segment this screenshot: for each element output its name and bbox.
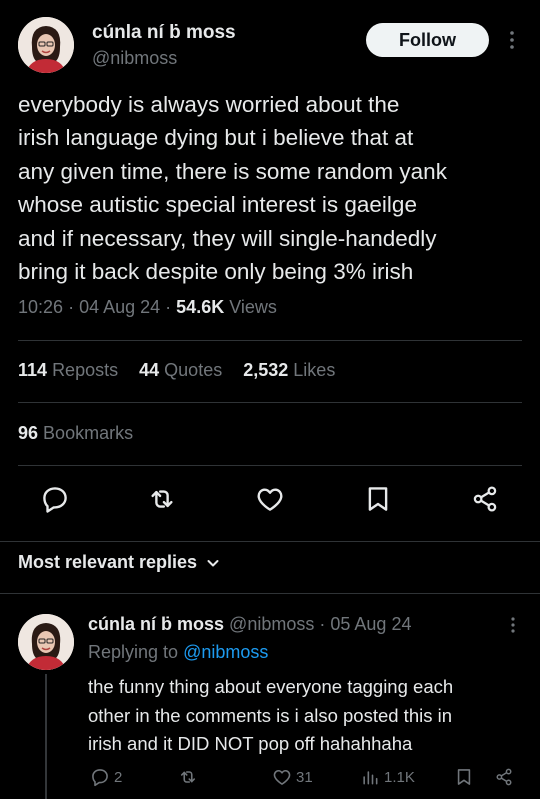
views-count: 54.6K	[176, 297, 225, 317]
views-label: Views	[229, 297, 277, 317]
reply-like-button[interactable]: 31	[272, 767, 313, 787]
tweet-meta: 10:26 · 04 Aug 24 · 54.6K Views	[18, 297, 277, 318]
tweet-action-bar	[0, 478, 540, 522]
reply-author-name[interactable]: cúnla ní ḃ moss	[88, 614, 224, 634]
chevron-down-icon	[207, 559, 219, 566]
bookmarks-stat[interactable]: 96 Bookmarks	[18, 423, 133, 444]
like-icon[interactable]	[255, 484, 285, 514]
share-icon[interactable]	[470, 484, 500, 514]
tweet-text: everybody is always worried about the ir…	[18, 88, 528, 288]
like-icon	[273, 769, 291, 785]
reply-text: the funny thing about everyone tagging e…	[88, 673, 528, 759]
divider	[0, 593, 540, 594]
views-icon	[363, 771, 378, 785]
replies-sort-label: Most relevant replies	[18, 552, 198, 572]
reply-date[interactable]: 05 Aug 24	[330, 614, 411, 634]
replying-to: Replying to @nibmoss	[88, 642, 268, 663]
reply-reply-button[interactable]: 2	[90, 767, 122, 787]
bookmarks-count: 96	[18, 423, 39, 443]
reposts-label: Reposts	[52, 360, 119, 380]
tweet-text-line: and if necessary, they will single-hande…	[18, 225, 437, 251]
replying-mention[interactable]: @nibmoss	[183, 642, 268, 662]
divider	[18, 340, 522, 341]
author-name[interactable]: cúnla ní ḃ moss	[92, 22, 236, 44]
reply-text-line: irish and it DID NOT pop off hahahhaha	[88, 733, 413, 754]
replying-prefix: Replying to	[88, 642, 179, 662]
tweet-text-line: whose autistic special interest is gaeil…	[18, 192, 417, 218]
tweet-header: cúnla ní ḃ moss @nibmoss Follow	[0, 0, 540, 92]
meta-dot: ·	[165, 297, 177, 317]
reply-likes-count: 31	[296, 768, 313, 786]
replies-sort-dropdown[interactable]: Most relevant replies	[18, 552, 221, 573]
bookmark-icon	[457, 769, 471, 785]
quotes-count: 44	[139, 360, 160, 380]
repost-icon	[180, 771, 196, 783]
bookmarks-label: Bookmarks	[43, 423, 134, 443]
reposts-count: 114	[18, 360, 48, 380]
reply-header: cúnla ní ḃ moss @nibmoss · 05 Aug 24	[88, 614, 411, 635]
reply-views-button[interactable]: 1.1K	[360, 767, 415, 787]
meta-dot: ·	[68, 297, 80, 317]
engagement-stats: 114 Reposts 44 Quotes 2,532 Likes	[18, 360, 351, 381]
author-handle[interactable]: @nibmoss	[92, 48, 177, 69]
more-options-icon[interactable]	[500, 28, 524, 52]
reply-icon[interactable]	[40, 484, 70, 514]
tweet-time[interactable]: 10:26	[18, 297, 63, 317]
author-avatar[interactable]	[18, 17, 74, 73]
reply-replies-count: 2	[114, 768, 123, 786]
tweet-text-line: everybody is always worried about the	[18, 92, 400, 117]
divider	[0, 541, 540, 542]
divider	[18, 402, 522, 403]
reply-views-count: 1.1K	[384, 768, 415, 786]
tweet-text-line: bring it back despite only being 3% iris…	[18, 259, 414, 285]
reply-share-button[interactable]	[494, 767, 514, 787]
reply-more-options-icon[interactable]	[503, 615, 523, 635]
reply-author-avatar[interactable]	[18, 614, 74, 670]
meta-dot: ·	[319, 614, 326, 634]
reply-author-handle[interactable]: @nibmoss	[229, 614, 314, 634]
follow-button[interactable]: Follow	[366, 23, 489, 57]
reposts-stat[interactable]: 114 Reposts	[18, 360, 118, 380]
reply-text-line: other in the comments is i also posted t…	[88, 704, 453, 726]
quotes-stat[interactable]: 44 Quotes	[139, 360, 222, 380]
reply-action-bar: 2 31 1.1K	[0, 765, 540, 793]
likes-label: Likes	[293, 360, 336, 380]
tweet-text-line: irish language dying but i believe that …	[18, 125, 414, 151]
repost-icon[interactable]	[147, 484, 177, 514]
reply-text-line: the funny thing about everyone tagging e…	[88, 676, 454, 697]
tweet-text-line: any given time, there is some random yan…	[18, 158, 447, 184]
likes-count: 2,532	[243, 360, 289, 380]
share-icon	[496, 768, 512, 786]
divider	[18, 465, 522, 466]
tweet-date[interactable]: 04 Aug 24	[79, 297, 160, 317]
likes-stat[interactable]: 2,532 Likes	[243, 360, 335, 380]
reply-bookmark-button[interactable]	[454, 767, 474, 787]
reply-repost-button[interactable]	[178, 767, 198, 787]
reply-icon	[92, 769, 108, 787]
quotes-label: Quotes	[164, 360, 223, 380]
bookmark-icon[interactable]	[363, 484, 393, 514]
